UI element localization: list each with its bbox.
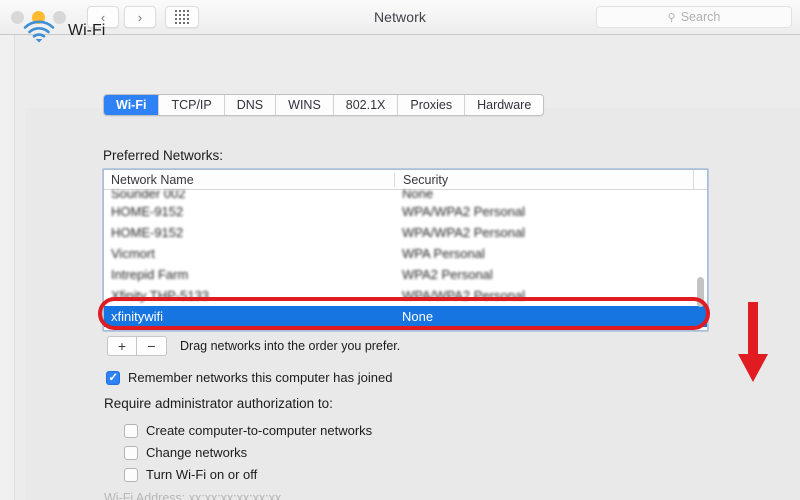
- service-header: Wi-Fi: [22, 19, 105, 43]
- network-security: WPA Personal: [402, 246, 485, 261]
- column-header-network-name[interactable]: Network Name: [104, 173, 394, 187]
- window-titlebar: ‹ › Network ⚲ Search: [0, 0, 800, 35]
- network-security: None: [402, 309, 434, 324]
- network-name: HOME-9152: [111, 204, 184, 219]
- tab-dns[interactable]: DNS: [224, 95, 277, 115]
- table-row[interactable]: HOME-9152 WPA/WPA2 Personal: [104, 201, 707, 222]
- network-name: Intrepid Farm: [111, 267, 189, 282]
- wifi-icon: [23, 20, 55, 43]
- network-security: WPA/WPA2 Personal: [402, 204, 526, 219]
- remember-networks-checkbox[interactable]: Remember networks this computer has join…: [106, 370, 392, 385]
- table-row-selected[interactable]: xfinitywifi None: [104, 306, 707, 327]
- admin-authorization-options: Create computer-to-computer networks Cha…: [124, 423, 372, 482]
- network-security: None: [402, 190, 434, 201]
- list-header: Network Name Security: [104, 170, 707, 190]
- settings-tabs: Wi-Fi TCP/IP DNS WINS 802.1X Proxies Har…: [103, 94, 545, 116]
- table-row[interactable]: Vicmort WPA Personal: [104, 243, 707, 264]
- option-label: Change networks: [146, 445, 248, 460]
- table-row[interactable]: Intrepid Farm WPA2 Personal: [104, 264, 707, 285]
- column-header-security[interactable]: Security: [394, 172, 693, 187]
- network-name: xfinitywifi: [111, 309, 164, 324]
- remember-networks-label: Remember networks this computer has join…: [128, 370, 393, 385]
- tab-8021x[interactable]: 802.1X: [333, 95, 399, 115]
- list-scrollbar-thumb[interactable]: [697, 277, 704, 307]
- preferred-networks-list[interactable]: Network Name Security Sounder 002 None H…: [103, 169, 708, 331]
- tab-wifi[interactable]: Wi-Fi: [104, 95, 160, 115]
- column-header-spacer: [693, 170, 707, 189]
- red-down-arrow-icon: [738, 302, 768, 382]
- network-security: WPA/WPA2 Personal: [402, 288, 526, 303]
- tab-proxies[interactable]: Proxies: [398, 95, 466, 115]
- table-row[interactable]: HOME-9152 WPA/WPA2 Personal: [104, 222, 707, 243]
- drag-hint-text: Drag networks into the order you prefer.: [180, 339, 401, 353]
- checkbox-icon: [124, 467, 138, 482]
- checkbox-icon: [124, 423, 138, 438]
- checkbox-checked-icon: [106, 370, 120, 385]
- table-row[interactable]: Xfinity THP-5133 WPA/WPA2 Personal: [104, 285, 707, 306]
- tab-wins[interactable]: WINS: [276, 95, 334, 115]
- wifi-address-text: Wi-Fi Address: xx:xx:xx:xx:xx:xx: [104, 491, 282, 500]
- search-icon: ⚲: [667, 11, 676, 24]
- search-input[interactable]: ⚲ Search: [596, 6, 792, 28]
- remove-network-button[interactable]: −: [137, 336, 167, 356]
- tab-hardware[interactable]: Hardware: [465, 95, 544, 115]
- list-rows: Sounder 002 None HOME-9152 WPA/WPA2 Pers…: [104, 190, 707, 327]
- change-networks-checkbox[interactable]: Change networks: [124, 445, 372, 460]
- create-computer-networks-checkbox[interactable]: Create computer-to-computer networks: [124, 423, 372, 438]
- network-name: Sounder 002: [111, 190, 186, 201]
- require-admin-label: Require administrator authorization to:: [104, 396, 333, 411]
- list-controls: + − Drag networks into the order you pre…: [107, 336, 400, 356]
- sheet-left-rail: [0, 35, 15, 500]
- network-name: HOME-9152: [111, 225, 184, 240]
- tab-tcpip[interactable]: TCP/IP: [159, 95, 225, 115]
- turn-wifi-on-off-checkbox[interactable]: Turn Wi-Fi on or off: [124, 467, 372, 482]
- network-security: WPA2 Personal: [402, 267, 493, 282]
- network-security: WPA/WPA2 Personal: [402, 225, 526, 240]
- search-placeholder: Search: [680, 10, 721, 24]
- network-name: Xfinity THP-5133: [111, 288, 210, 303]
- table-row[interactable]: Sounder 002 None: [104, 190, 707, 201]
- preferred-networks-label: Preferred Networks:: [103, 148, 224, 163]
- network-name: Vicmort: [111, 246, 155, 261]
- service-name: Wi-Fi: [68, 22, 106, 39]
- add-network-button[interactable]: +: [107, 336, 137, 356]
- option-label: Turn Wi-Fi on or off: [146, 467, 258, 482]
- network-preferences-window: ‹ › Network ⚲ Search Wi-Fi Wi-Fi TCP/IP …: [0, 0, 800, 500]
- checkbox-icon: [124, 445, 138, 460]
- option-label: Create computer-to-computer networks: [146, 423, 373, 438]
